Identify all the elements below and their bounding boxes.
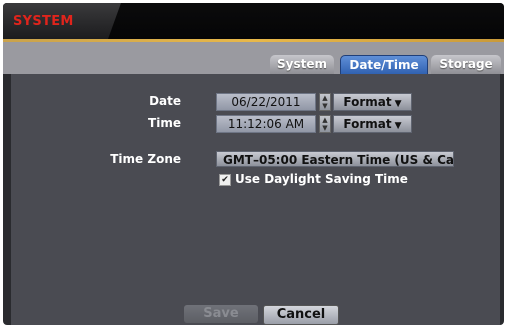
- tab-date-time[interactable]: Date/Time: [340, 55, 428, 76]
- date-format-label: Format: [343, 95, 392, 109]
- window-title: SYSTEM: [13, 14, 74, 29]
- spin-down-icon[interactable]: ▼: [320, 124, 330, 132]
- timezone-label: Time Zone: [110, 152, 181, 166]
- date-spinner[interactable]: ▲ ▼: [319, 93, 331, 111]
- time-label: Time: [148, 116, 181, 130]
- spin-down-icon[interactable]: ▼: [320, 102, 330, 110]
- tab-storage[interactable]: Storage: [431, 55, 501, 74]
- chevron-down-icon: ▼: [394, 99, 402, 109]
- cancel-button[interactable]: Cancel: [263, 305, 339, 325]
- time-format-label: Format: [343, 117, 392, 131]
- spin-up-icon[interactable]: ▲: [320, 116, 330, 124]
- time-spinner[interactable]: ▲ ▼: [319, 115, 331, 133]
- timezone-select[interactable]: GMT–05:00 Eastern Time (US & Ca▼: [216, 151, 454, 167]
- chevron-down-icon: ▼: [394, 121, 402, 131]
- dst-checkbox[interactable]: ✔: [219, 174, 231, 186]
- spin-up-icon[interactable]: ▲: [320, 94, 330, 102]
- checkmark-icon: ✔: [221, 175, 229, 185]
- settings-panel: Date 06/22/2011 ▲ ▼ Format ▼ Time 11:12:0…: [11, 74, 500, 325]
- dst-label[interactable]: Use Daylight Saving Time: [235, 172, 408, 186]
- tab-strip: System Date/Time Storage: [3, 42, 504, 76]
- date-field[interactable]: 06/22/2011: [216, 93, 316, 111]
- title-bar: SYSTEM: [3, 3, 504, 39]
- tab-system[interactable]: System: [270, 55, 334, 74]
- date-format-button[interactable]: Format ▼: [333, 93, 412, 111]
- time-format-button[interactable]: Format ▼: [333, 115, 412, 133]
- system-dialog: SYSTEM System Date/Time Storage Date 06/…: [3, 3, 504, 325]
- time-field[interactable]: 11:12:06 AM: [216, 115, 316, 133]
- save-button[interactable]: Save: [184, 305, 258, 323]
- timezone-value: GMT–05:00 Eastern Time (US & Ca: [223, 153, 454, 167]
- date-label: Date: [149, 94, 181, 108]
